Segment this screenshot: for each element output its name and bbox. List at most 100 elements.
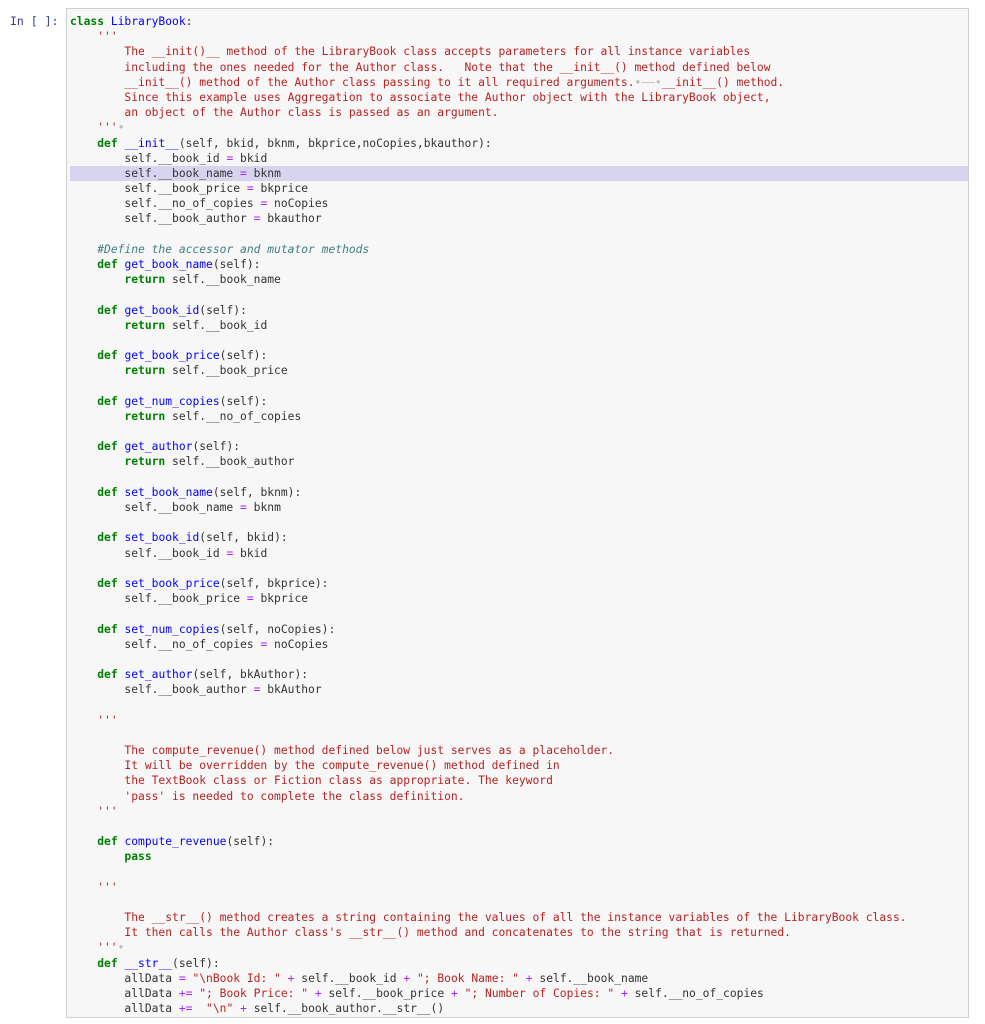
code-token: return xyxy=(124,455,166,469)
code-line[interactable]: return self.__book_price xyxy=(70,363,968,378)
code-line[interactable]: Since this example uses Aggregation to a… xyxy=(70,90,968,105)
code-line[interactable]: allData = "\nBook Id: " + self.__book_id… xyxy=(70,971,968,986)
code-token: def xyxy=(97,668,118,682)
code-line[interactable]: ''' xyxy=(70,804,968,819)
code-line[interactable]: def set_book_id(self, bkid): xyxy=(70,530,968,545)
code-line[interactable]: self.__book_price = bkprice xyxy=(70,181,968,196)
code-line[interactable] xyxy=(70,728,968,743)
code-line[interactable]: def compute_revenue(self): xyxy=(70,834,968,849)
code-token: (self): xyxy=(212,258,261,271)
code-token: "\n" xyxy=(206,1002,234,1016)
code-token: return xyxy=(124,1017,165,1018)
code-line[interactable]: '''• xyxy=(70,120,968,135)
code-line[interactable]: return self.__book_id xyxy=(70,318,968,333)
code-line[interactable] xyxy=(70,561,968,576)
code-token: #Define the accessor and mutator methods xyxy=(97,242,370,256)
code-line[interactable] xyxy=(70,287,968,302)
code-line[interactable]: def get_book_name(self): xyxy=(70,257,968,272)
code-line[interactable]: an object of the Author class is passed … xyxy=(70,105,968,120)
code-line[interactable]: self.__book_id = bkid xyxy=(70,151,968,166)
code-token: def xyxy=(97,485,118,499)
code-line[interactable]: ''' xyxy=(70,880,968,895)
code-line[interactable] xyxy=(70,515,968,530)
code-line[interactable]: def set_book_name(self, bknm): xyxy=(70,485,968,500)
code-token: def xyxy=(97,136,118,150)
code-line[interactable]: It will be overridden by the compute_rev… xyxy=(70,758,968,773)
code-token: self.__book_id xyxy=(70,546,227,560)
code-line[interactable] xyxy=(70,865,968,880)
code-token: (self, bkAuthor): xyxy=(192,668,309,682)
code-line[interactable] xyxy=(70,227,968,242)
code-line[interactable]: def get_author(self): xyxy=(70,439,968,454)
code-line[interactable]: class LibraryBook: xyxy=(70,14,968,29)
code-token: = xyxy=(246,182,254,196)
code-token: self.__book_id xyxy=(165,318,268,332)
code-line[interactable]: pass xyxy=(70,849,968,864)
code-line[interactable]: self.__book_name = bknm xyxy=(70,165,968,182)
code-token: (self, noCopies): xyxy=(219,622,336,636)
code-line[interactable]: self.__book_price = bkprice xyxy=(70,591,968,606)
code-line[interactable]: def get_book_id(self): xyxy=(70,303,968,318)
code-line[interactable]: self.__no_of_copies = noCopies xyxy=(70,637,968,652)
code-cell[interactable]: class LibraryBook: ''' The __init()__ me… xyxy=(66,8,969,1018)
code-line[interactable]: The __str__() method creates a string co… xyxy=(70,910,968,925)
code-token: return xyxy=(124,364,166,378)
code-line[interactable] xyxy=(70,819,968,834)
code-token: pass xyxy=(124,850,152,864)
code-line[interactable]: def __str__(self): xyxy=(70,956,968,971)
code-line[interactable]: self.__no_of_copies = noCopies xyxy=(70,196,968,211)
code-line[interactable]: allData += "\n" + self.__book_author.__s… xyxy=(70,1001,968,1016)
code-line[interactable] xyxy=(70,606,968,621)
code-token: return xyxy=(124,409,166,423)
code-editor[interactable]: class LibraryBook: ''' The __init()__ me… xyxy=(70,14,968,1018)
code-line[interactable]: ''' xyxy=(70,29,968,44)
code-line[interactable] xyxy=(70,652,968,667)
code-token: the TextBook class or Fiction class as a… xyxy=(70,774,553,788)
code-line[interactable]: The __init()__ method of the LibraryBook… xyxy=(70,44,968,59)
code-line[interactable]: def set_book_price(self, bkprice): xyxy=(70,576,968,591)
code-line[interactable]: return self.__book_name xyxy=(70,272,968,287)
code-token: (self): xyxy=(226,835,275,849)
code-line[interactable]: return self.__book_author xyxy=(70,454,968,469)
code-line[interactable]: self.__book_name = bknm xyxy=(70,500,968,515)
code-line[interactable] xyxy=(70,470,968,485)
code-line[interactable]: def set_num_copies(self, noCopies): xyxy=(70,622,968,637)
code-line[interactable]: self.__book_author = bkAuthor xyxy=(70,682,968,697)
code-line[interactable]: return allData xyxy=(70,1016,968,1018)
code-token: allData xyxy=(70,971,179,985)
code-line[interactable]: '''• xyxy=(70,940,968,955)
code-line[interactable]: #Define the accessor and mutator methods xyxy=(70,242,968,257)
code-line[interactable] xyxy=(70,379,968,394)
code-line[interactable]: The compute_revenue() method defined bel… xyxy=(70,743,968,758)
code-token: self.__book_author xyxy=(70,212,254,226)
code-line[interactable]: It then calls the Author class's __str__… xyxy=(70,925,968,940)
code-token: (self): xyxy=(172,956,220,970)
code-line[interactable]: allData += "; Book Price: " + self.__boo… xyxy=(70,986,968,1001)
code-line[interactable]: including the ones needed for the Author… xyxy=(70,60,968,75)
code-token: get_book_name xyxy=(124,258,213,271)
code-token: get_book_id xyxy=(124,303,200,317)
code-line[interactable]: return self.__no_of_copies xyxy=(70,409,968,424)
code-line[interactable]: 'pass' is needed to complete the class d… xyxy=(70,789,968,804)
code-line[interactable]: def set_author(self, bkAuthor): xyxy=(70,667,968,682)
code-line[interactable]: ''' xyxy=(70,713,968,728)
code-line[interactable]: def get_book_price(self): xyxy=(70,348,968,363)
code-line[interactable]: def __init__(self, bkid, bknm, bkprice,n… xyxy=(70,136,968,151)
code-line[interactable] xyxy=(70,333,968,348)
code-line[interactable] xyxy=(70,697,968,712)
code-line[interactable]: self.__book_id = bkid xyxy=(70,546,968,561)
code-token: bkid xyxy=(233,151,268,165)
code-line[interactable]: self.__book_author = bkauthor xyxy=(70,211,968,226)
code-line[interactable]: the TextBook class or Fiction class as a… xyxy=(70,773,968,788)
code-line[interactable] xyxy=(70,424,968,439)
code-line[interactable]: __init__() method of the Author class pa… xyxy=(70,75,968,90)
code-line[interactable]: def get_num_copies(self): xyxy=(70,394,968,409)
code-line[interactable] xyxy=(70,895,968,910)
